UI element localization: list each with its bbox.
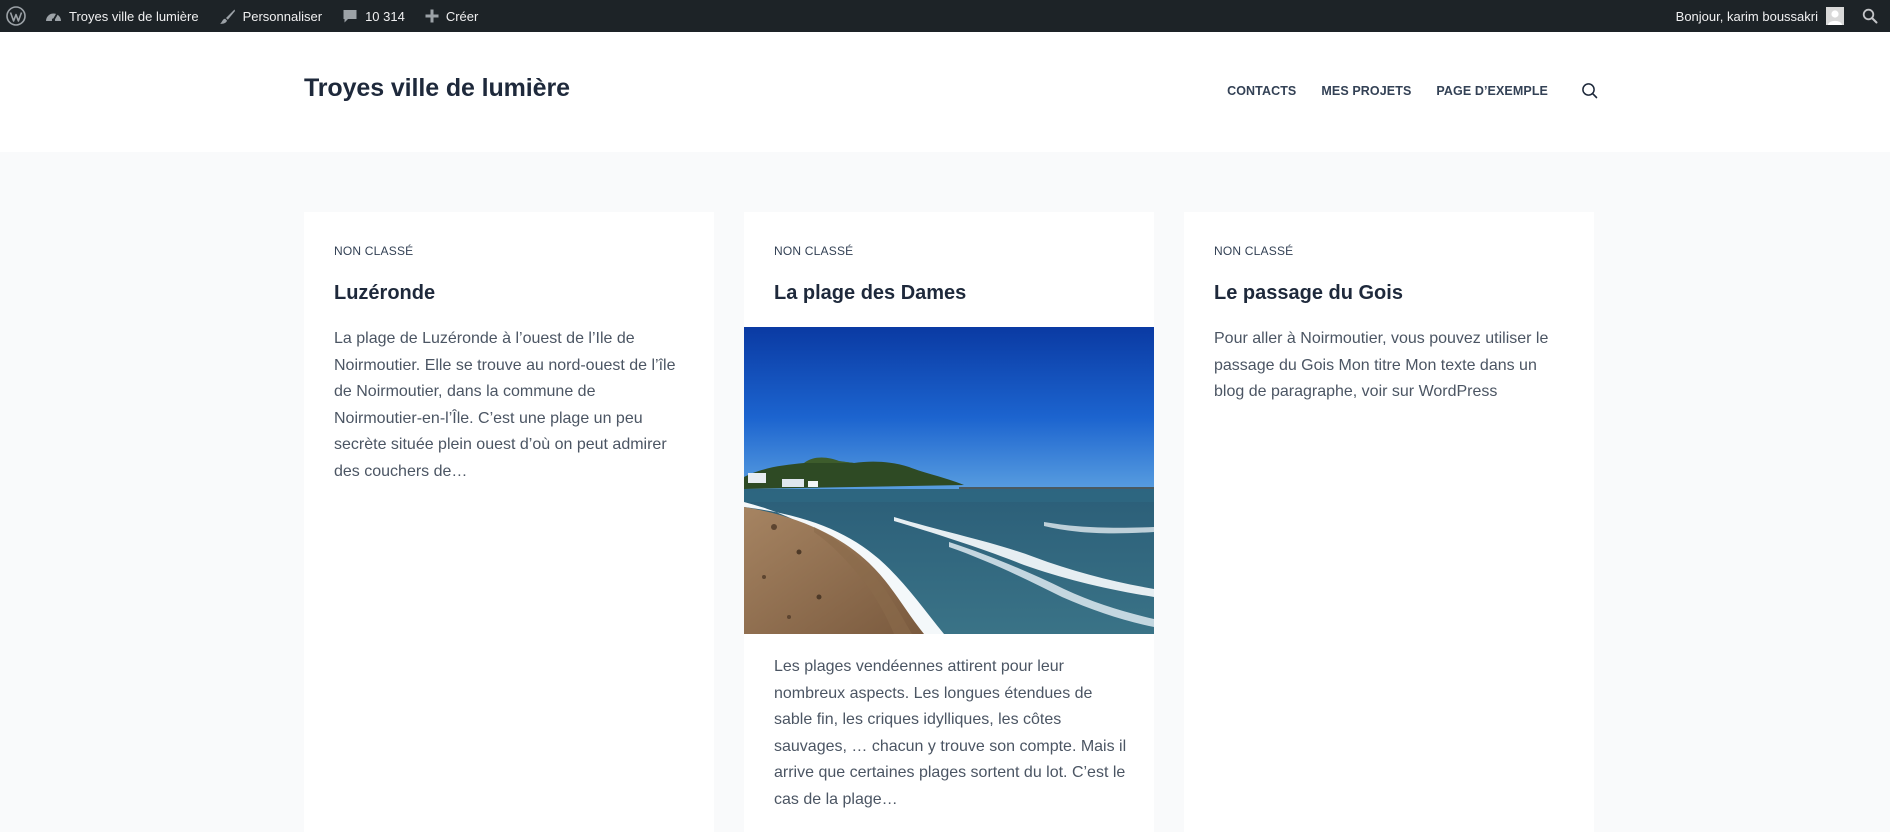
- post-excerpt: Pour aller à Noirmoutier, vous pouvez ut…: [1214, 330, 1549, 400]
- primary-navigation: CONTACTS MES PROJETS PAGE D’EXEMPLE: [1227, 82, 1598, 99]
- post-featured-image[interactable]: [744, 327, 1154, 634]
- customize-menu[interactable]: Personnaliser: [209, 0, 333, 32]
- site-name-label: Troyes ville de lumière: [69, 8, 199, 24]
- site-name-menu[interactable]: Troyes ville de lumière: [35, 0, 209, 32]
- post-card: NON CLASSÉ La plage des Dames Les plages…: [744, 212, 1154, 832]
- post-category[interactable]: NON CLASSÉ: [334, 244, 413, 258]
- site-header: Troyes ville de lumière CONTACTS MES PRO…: [0, 32, 1890, 152]
- dashboard-gauge-icon: [45, 9, 62, 23]
- wordpress-logo-menu[interactable]: [0, 0, 35, 32]
- my-account-menu[interactable]: Bonjour, karim boussakri: [1666, 0, 1854, 32]
- post-title[interactable]: La plage des Dames: [774, 282, 966, 305]
- admin-search-button[interactable]: [1854, 0, 1890, 32]
- avatar: [1826, 7, 1844, 25]
- nav-item-page-exemple[interactable]: PAGE D’EXEMPLE: [1436, 84, 1548, 98]
- search-icon: [1582, 83, 1598, 99]
- post-title[interactable]: Le passage du Gois: [1214, 282, 1403, 305]
- nav-item-contacts[interactable]: CONTACTS: [1227, 84, 1296, 98]
- greeting-label: Bonjour, karim boussakri: [1675, 8, 1818, 24]
- comments-count: 10 314: [365, 8, 405, 24]
- admin-bar-right: Bonjour, karim boussakri: [1666, 0, 1890, 32]
- post-card: NON CLASSÉ Luzéronde La plage de Luzéron…: [304, 212, 714, 832]
- search-icon: [1862, 8, 1878, 24]
- post-excerpt: La plage de Luzéronde à l’ouest de l’Ile…: [334, 330, 676, 480]
- comment-bubble-icon: [342, 8, 358, 24]
- paintbrush-icon: [219, 8, 236, 25]
- admin-bar-left: Troyes ville de lumière Personnaliser 10…: [0, 0, 488, 32]
- header-search-button[interactable]: [1581, 82, 1598, 99]
- plus-icon: [425, 9, 439, 23]
- nav-item-mes-projets[interactable]: MES PROJETS: [1321, 84, 1411, 98]
- post-category[interactable]: NON CLASSÉ: [1214, 244, 1293, 258]
- post-category[interactable]: NON CLASSÉ: [774, 244, 853, 258]
- customize-label: Personnaliser: [242, 8, 323, 24]
- new-content-menu[interactable]: Créer: [415, 0, 489, 32]
- comments-menu[interactable]: 10 314: [332, 0, 415, 32]
- post-card: NON CLASSÉ Le passage du Gois Pour aller…: [1184, 212, 1594, 832]
- post-title[interactable]: Luzéronde: [334, 282, 435, 305]
- new-content-label: Créer: [445, 8, 479, 24]
- post-excerpt: Les plages vendéennes attirent pour leur…: [774, 658, 1127, 808]
- admin-bar: Troyes ville de lumière Personnaliser 10…: [0, 0, 1890, 32]
- site-title[interactable]: Troyes ville de lumière: [304, 74, 570, 103]
- wordpress-logo-icon: [6, 6, 26, 26]
